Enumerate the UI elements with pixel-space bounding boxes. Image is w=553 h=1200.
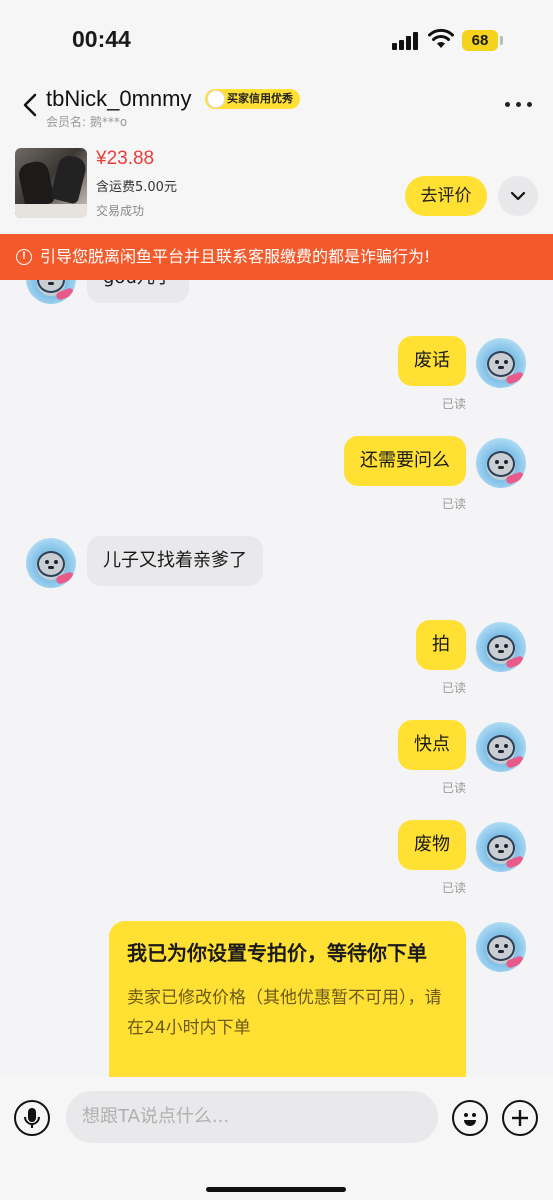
read-receipt: 已读 [441, 781, 466, 795]
fraud-warning-banner: ! 引导您脱离闲鱼平台并且联系客服缴费的都是诈骗行为! [0, 234, 553, 280]
contact-avatar[interactable] [26, 538, 76, 588]
contact-avatar[interactable] [26, 280, 76, 304]
review-button[interactable]: 去评价 [405, 176, 487, 216]
back-arrow-icon[interactable] [20, 92, 40, 118]
message-bubble-received[interactable]: 儿子又找着亲爹了 [87, 536, 263, 586]
message-bubble-sent[interactable]: 废话 [398, 336, 466, 386]
shipping-fee: 含运费5.00元 [96, 180, 177, 195]
chat-header: tbNick_0mnmy 买家信用优秀 会员名: 鹅***o [0, 80, 553, 132]
battery-tip [500, 36, 503, 45]
read-receipt: 已读 [441, 497, 466, 511]
credit-badge-label: 买家信用优秀 [227, 92, 293, 105]
expand-button[interactable] [498, 176, 538, 216]
status-time: 00:44 [72, 26, 131, 52]
contact-nickname[interactable]: tbNick_0mnmy [46, 86, 191, 112]
seal-badge-icon [207, 90, 225, 108]
chevron-down-icon [510, 191, 526, 201]
price-set-card[interactable]: 我已为你设置专拍价，等待你下单 卖家已修改价格（其他优惠暂不可用），请在24小时… [109, 921, 466, 1077]
warning-icon: ! [16, 249, 32, 265]
plus-icon [512, 1110, 528, 1126]
price-card-title: 我已为你设置专拍价，等待你下单 [127, 941, 427, 965]
my-avatar[interactable] [476, 922, 526, 972]
message-bubble-sent[interactable]: 快点 [398, 720, 466, 770]
more-options-icon[interactable] [505, 102, 535, 110]
product-thumbnail[interactable] [15, 148, 87, 218]
emoji-button[interactable] [452, 1100, 488, 1136]
chat-messages[interactable]: gou儿子 废话 已读 还需要问么 已读 儿子又找着亲爹了 拍 已读 快点 已读… [0, 280, 553, 1077]
my-avatar[interactable] [476, 438, 526, 488]
microphone-icon [24, 1108, 40, 1128]
trade-status: 交易成功 [96, 204, 145, 218]
my-avatar[interactable] [476, 822, 526, 872]
message-input-bar: 想跟TA说点什么... [0, 1077, 553, 1200]
message-bubble-sent[interactable]: 还需要问么 [344, 436, 466, 486]
cellular-signal-icon [392, 32, 420, 50]
my-avatar[interactable] [476, 722, 526, 772]
message-input[interactable]: 想跟TA说点什么... [66, 1091, 438, 1143]
my-avatar[interactable] [476, 622, 526, 672]
product-card[interactable]: ¥23.88 含运费5.00元 交易成功 去评价 [0, 132, 553, 232]
message-bubble-sent[interactable]: 拍 [416, 620, 466, 670]
member-name: 会员名: 鹅***o [46, 115, 128, 129]
read-receipt: 已读 [441, 397, 466, 411]
message-bubble-received[interactable]: gou儿子 [87, 280, 189, 303]
my-avatar[interactable] [476, 338, 526, 388]
battery-indicator: 68 [462, 30, 498, 51]
status-bar: 00:44 68 [0, 0, 553, 80]
voice-button[interactable] [14, 1100, 50, 1136]
warning-text: 引导您脱离闲鱼平台并且联系客服缴费的都是诈骗行为! [40, 247, 431, 266]
more-actions-button[interactable] [502, 1100, 538, 1136]
smiley-icon [464, 1113, 476, 1126]
message-bubble-sent[interactable]: 废物 [398, 820, 466, 870]
credit-badge: 买家信用优秀 [205, 89, 300, 109]
read-receipt: 已读 [441, 881, 466, 895]
home-indicator [206, 1187, 346, 1192]
read-receipt: 已读 [441, 681, 466, 695]
product-price: ¥23.88 [96, 148, 155, 169]
price-card-body: 卖家已修改价格（其他优惠暂不可用），请在24小时内下单 [127, 988, 442, 1038]
wifi-icon [428, 28, 454, 48]
